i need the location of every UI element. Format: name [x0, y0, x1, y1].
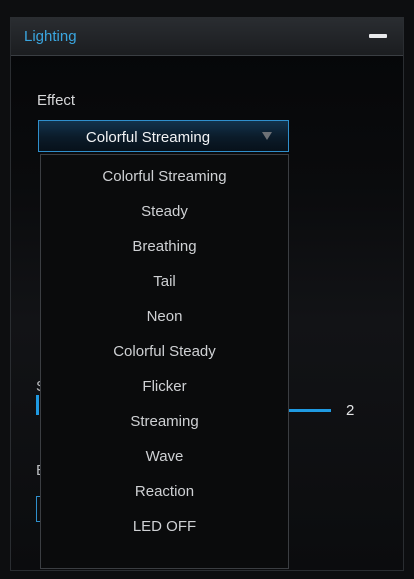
minus-icon	[369, 34, 387, 38]
speed-slider[interactable]	[287, 409, 331, 412]
effect-option[interactable]: Flicker	[41, 370, 288, 404]
effect-dropdown-list: Colorful Streaming Steady Breathing Tail…	[40, 154, 289, 569]
triangle-down-icon	[262, 132, 272, 140]
effect-option[interactable]: Wave	[41, 440, 288, 474]
effect-option[interactable]: Colorful Streaming	[41, 160, 288, 194]
effect-option[interactable]: Reaction	[41, 475, 288, 509]
effect-option[interactable]: Neon	[41, 300, 288, 334]
panel-header: Lighting	[11, 18, 403, 56]
panel-title: Lighting	[24, 28, 77, 45]
app-frame: Lighting Effect Colorful Streaming S 2 B…	[0, 0, 414, 579]
effect-option[interactable]: Steady	[41, 195, 288, 229]
effect-option[interactable]: LED OFF	[41, 510, 288, 544]
effect-option[interactable]: Colorful Steady	[41, 335, 288, 369]
effect-option[interactable]: Tail	[41, 265, 288, 299]
effect-label: Effect	[37, 92, 76, 109]
slider-start-mark	[36, 395, 39, 415]
effect-select[interactable]: Colorful Streaming	[38, 120, 289, 152]
effect-select-value: Colorful Streaming	[85, 129, 211, 146]
speed-value: 2	[346, 402, 355, 419]
effect-option[interactable]: Breathing	[41, 230, 288, 264]
effect-option[interactable]: Streaming	[41, 405, 288, 439]
collapse-button[interactable]	[367, 31, 389, 43]
